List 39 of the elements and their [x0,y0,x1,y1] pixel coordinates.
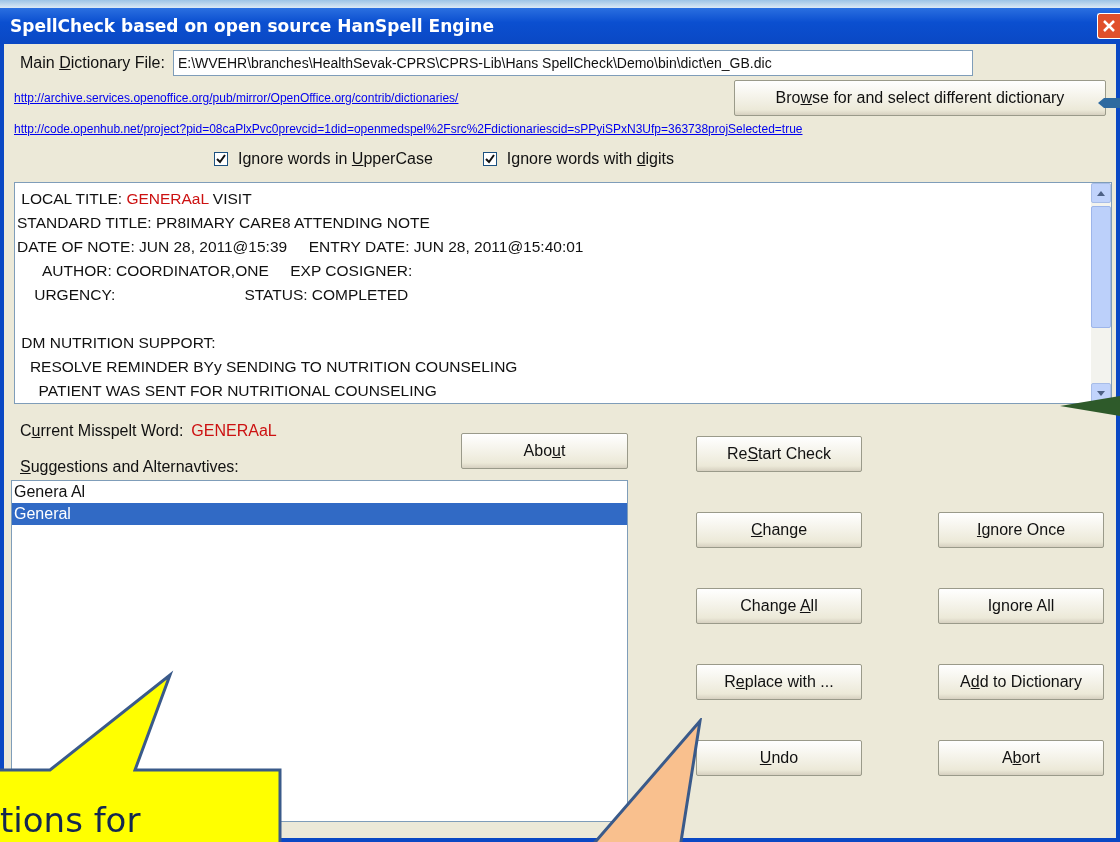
misspelt-word: GENERAaL [191,422,277,440]
browse-button[interactable]: Browse for and select different dictionary [734,80,1106,116]
suggestion-item[interactable]: Genera Al [12,481,627,503]
checkbox-label: Ignore words with digits [506,150,674,168]
project-link[interactable]: http://code.openhub.net/project?pid=08caPlxPvc0prevcid=1did=openmedspel%2Fsrc%2Fdictionariescid=sPPyiSPxN3Ufp=363738projSelected=true [14,122,803,136]
field-label: Main Dictionary File: [20,54,165,72]
action-button[interactable]: Replace with ... [696,664,862,700]
dictionary-path-field[interactable]: E:\WVEHR\branches\HealthSevak-CPRS\CPRS-Lib\Hans SpellCheck\Demo\bin\dict\en_GB.dic [172,50,973,76]
suggestion-item[interactable]: General [12,503,627,525]
document-line: URGENCY: STATUS: COMPLETED [33,285,410,305]
document-line: STANDARD TITLE: PR8IMARY CARE8 ATTENDING NOTE [17,213,431,233]
about-button[interactable]: About [461,433,628,469]
action-button[interactable]: Change All [696,588,862,624]
suggestions-label: Suggestions and Alternavtives: [20,458,239,476]
document-line: RESOLVE REMINDER BYy SENDING TO NUTRITION COUNSELING [28,357,519,377]
document-line: DM NUTRITION SUPPORT: [20,333,217,353]
arrow-icon [1060,394,1120,418]
checkbox[interactable] [482,152,497,166]
document-line: DATE OF NOTE: JUN 28, 2011@15:39 ENTRY DATE: JUN 28, 2011@15:40:01 [17,237,585,257]
misspelt-word-label: Current Misspelt Word: [20,422,184,440]
action-button[interactable]: ReStart Check [696,436,862,472]
checkbox[interactable] [214,152,228,166]
checkbox-label: Ignore words in UpperCase [238,150,433,168]
close-icon[interactable] [1097,13,1120,39]
action-button[interactable]: Undo [696,740,862,776]
scroll-up-icon[interactable] [1091,183,1111,203]
document-line: LOCAL TITLE: GENERAaL VISIT [20,189,253,209]
action-button[interactable]: Change [696,512,862,548]
action-button[interactable]: Abort [938,740,1104,776]
action-button[interactable]: Ignore Once [938,512,1104,548]
dictionary-link[interactable]: http://archive.services.openoffice.org/pub/mirror/OpenOffice.org/contrib/dictionaries/ [14,91,459,105]
window-title: SpellCheck based on open source HanSpell Engine [10,16,494,36]
action-button[interactable]: Ignore All [938,588,1104,624]
arrow-icon [1098,98,1120,108]
document-line: AUTHOR: COORDINATOR,ONE EXP COSIGNER: [40,261,414,281]
document-line: PATIENT WAS SENT FOR NUTRITIONAL COUNSELING [37,381,438,401]
action-button[interactable]: Add to Dictionary [938,664,1104,700]
scrollbar[interactable] [1091,183,1111,403]
document-text-area[interactable] [14,182,1112,404]
